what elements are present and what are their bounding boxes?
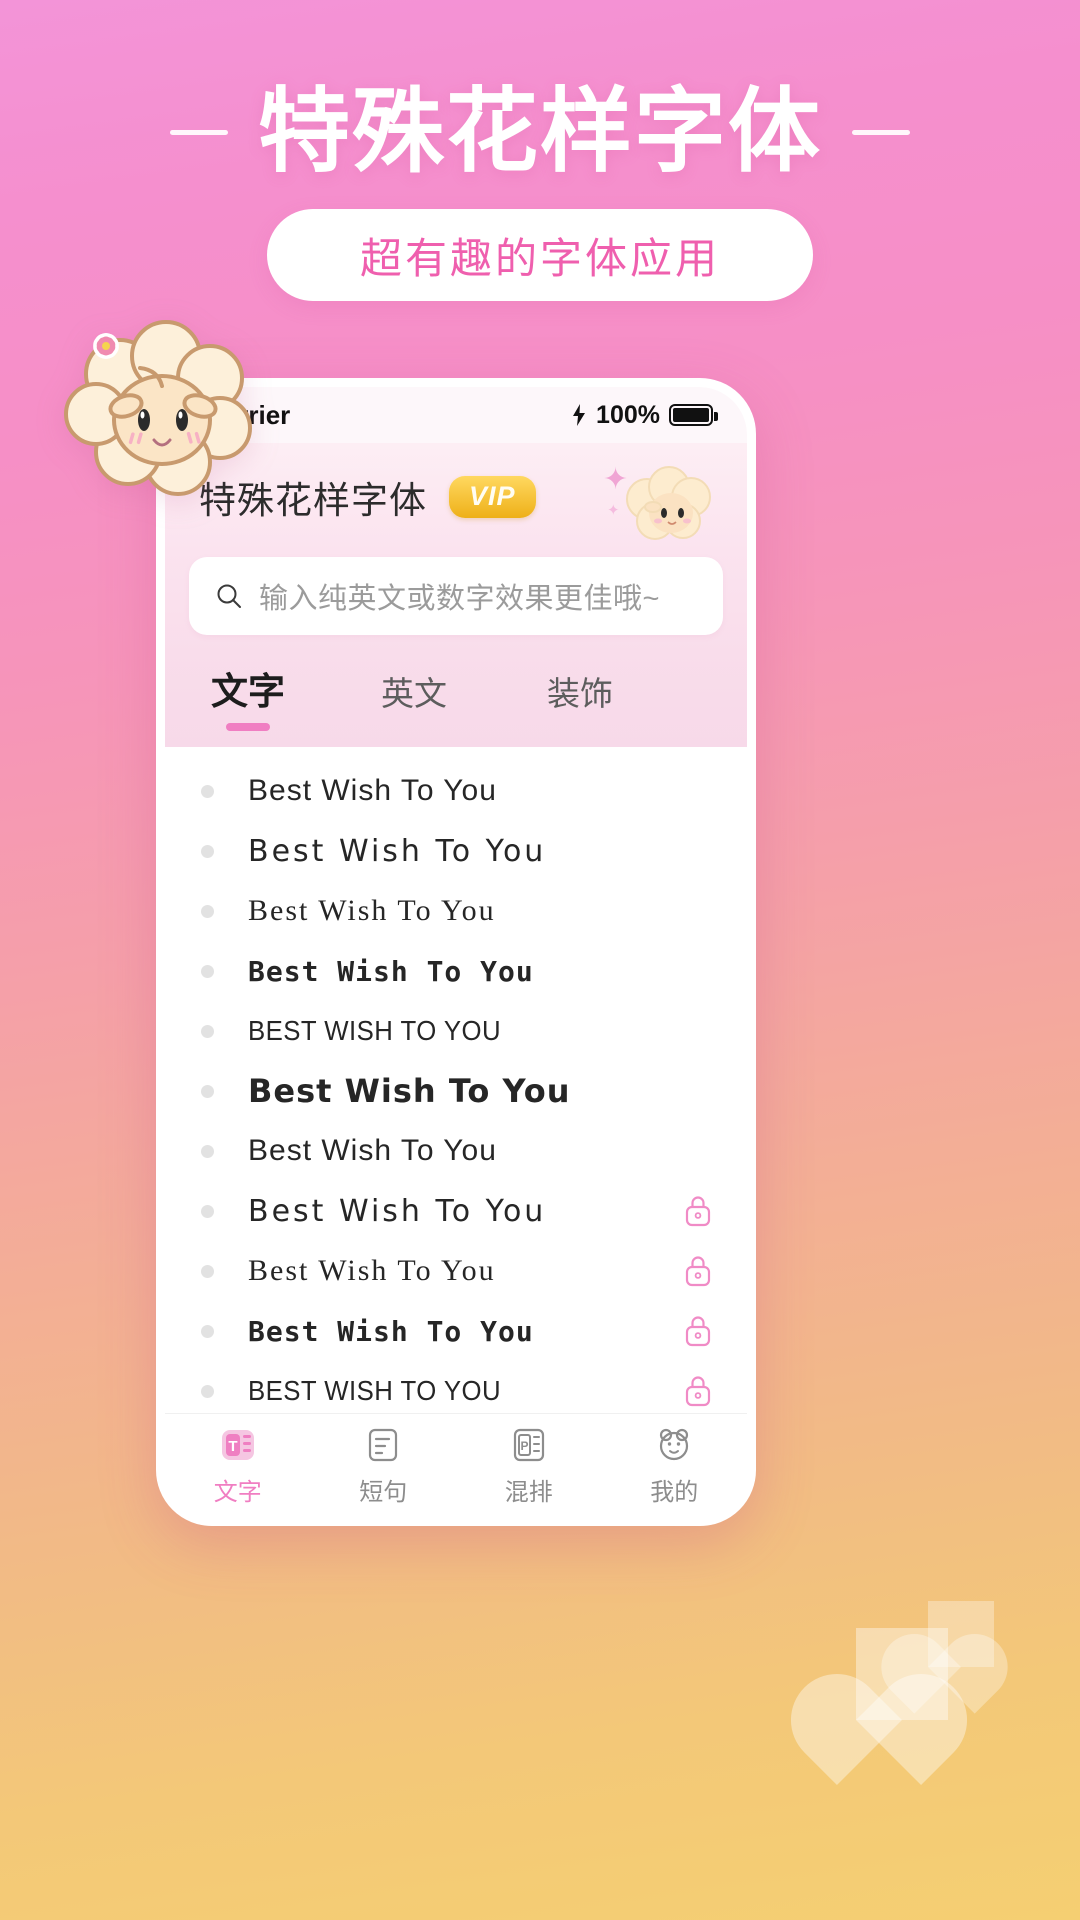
font-sample-text: Best Wish To You [248, 1072, 571, 1110]
nav-label: 混排 [504, 1479, 553, 1506]
font-sample-text: Best Wish To You [248, 1134, 497, 1167]
phrase-icon [369, 1428, 398, 1462]
phone-screen: Carrier 100% 特殊花样字体 VIP ✦ ✦ ✦ [165, 387, 747, 1517]
lock-icon[interactable] [683, 1194, 713, 1228]
font-sample-text: Best Wish To You [248, 1193, 547, 1229]
dot-icon [201, 1264, 214, 1278]
nav-label: 文字 [213, 1479, 262, 1506]
bottom-navigation: T 文字 短句 P 混排 我的 [165, 1413, 747, 1517]
poster-title-row: 特殊花样字体 [0, 78, 1080, 187]
search-input[interactable]: 输入纯英文或数字效果更佳哦~ [189, 557, 723, 635]
font-style-row[interactable]: Best Wish To You [165, 941, 747, 1001]
dot-icon [201, 1024, 214, 1038]
sheep-mascot-icon [64, 320, 252, 496]
heart-decoration-small [928, 1601, 994, 1667]
tab-underline [392, 723, 436, 731]
dot-icon [201, 1204, 214, 1218]
font-sample-text: Best Wish To You [248, 833, 547, 869]
nav-label: 我的 [650, 1479, 699, 1506]
poster-subtitle: 超有趣的字体应用 [359, 234, 720, 282]
svg-text:T: T [228, 1438, 237, 1455]
dot-icon [201, 904, 214, 918]
font-sample-text: BEST WISH TO YOU [248, 1375, 502, 1406]
dot-icon [201, 1144, 214, 1158]
mixlayout-icon: P [513, 1428, 544, 1462]
nav-item-wenzi[interactable]: T 文字 [165, 1424, 311, 1507]
battery-percent-label: 100% [596, 400, 660, 429]
bolt-icon [573, 404, 586, 426]
dot-icon [201, 844, 214, 858]
font-style-row[interactable]: Best Wish To You [165, 1241, 747, 1301]
nav-item-hunpai[interactable]: P 混排 [456, 1424, 602, 1507]
tab-underline [226, 723, 270, 731]
font-style-row[interactable]: Best Wish To You [165, 1181, 747, 1241]
poster-subtitle-pill: 超有趣的字体应用 [267, 209, 813, 301]
search-placeholder: 输入纯英文或数字效果更佳哦~ [259, 583, 660, 615]
tab-label: 装饰 [547, 675, 613, 712]
font-style-row[interactable]: Best Wish To You [165, 1121, 747, 1181]
phone-mockup: Carrier 100% 特殊花样字体 VIP ✦ ✦ ✦ [156, 378, 756, 1526]
font-style-row[interactable]: Best Wish To You [165, 761, 747, 821]
tab-label: 文字 [211, 671, 285, 712]
tab-label: 英文 [381, 675, 447, 712]
font-sample-text: BEST WISH TO YOU [248, 1015, 502, 1046]
lock-icon[interactable] [683, 1374, 713, 1408]
font-style-list[interactable]: Best Wish To You Best Wish To You Best Wis… [165, 747, 747, 1413]
poster-root: 特殊花样字体 超有趣的字体应用 Carrier 100% [0, 0, 1080, 1920]
font-sample-text: Best Wish To You [248, 894, 496, 927]
dot-icon [201, 1324, 214, 1338]
tab-underline [558, 723, 602, 731]
tab-yingwen[interactable]: 英文 [331, 667, 497, 731]
nav-item-duanju[interactable]: 短句 [311, 1424, 457, 1507]
tab-zhuangshi[interactable]: 装饰 [497, 667, 663, 731]
sheep-icon [626, 466, 711, 540]
status-bar-right: 100% [571, 400, 718, 430]
text-tool-icon: T [221, 1430, 254, 1460]
profile-bear-icon [660, 1428, 689, 1461]
svg-text:P: P [520, 1439, 528, 1453]
lock-icon[interactable] [683, 1254, 713, 1288]
font-style-row[interactable]: Best Wish To You [165, 1301, 747, 1361]
font-sample-text: Best Wish To You [248, 954, 534, 988]
font-sample-text: Best Wish To You [248, 1254, 496, 1287]
vip-badge[interactable]: VIP [449, 476, 536, 518]
nav-label: 短句 [359, 1479, 408, 1506]
dot-icon [201, 784, 214, 798]
category-tabs: 文字 英文 装饰 [165, 653, 747, 747]
dot-icon [201, 1084, 214, 1098]
title-rule-right [852, 129, 910, 135]
font-style-row[interactable]: BEST WISH TO YOU [165, 1001, 747, 1061]
search-section: 输入纯英文或数字效果更佳哦~ [165, 551, 747, 653]
title-rule-left [169, 129, 228, 135]
font-sample-text: Best Wish To You [248, 1314, 534, 1348]
font-style-row[interactable]: BEST WISH TO YOU [165, 1361, 747, 1413]
nav-item-wode[interactable]: 我的 [602, 1424, 748, 1507]
font-style-row[interactable]: Best Wish To You [165, 881, 747, 941]
dot-icon [201, 964, 214, 978]
page-title: 特殊花样字体 [257, 81, 822, 183]
dot-icon [201, 1384, 214, 1398]
tab-wenzi[interactable]: 文字 [165, 661, 331, 731]
search-icon [217, 584, 241, 608]
battery-full-icon [669, 404, 718, 426]
font-style-row[interactable]: Best Wish To You [165, 1061, 747, 1121]
font-style-row[interactable]: Best Wish To You [165, 821, 747, 881]
lock-icon[interactable] [683, 1314, 713, 1348]
font-sample-text: Best Wish To You [248, 774, 497, 807]
